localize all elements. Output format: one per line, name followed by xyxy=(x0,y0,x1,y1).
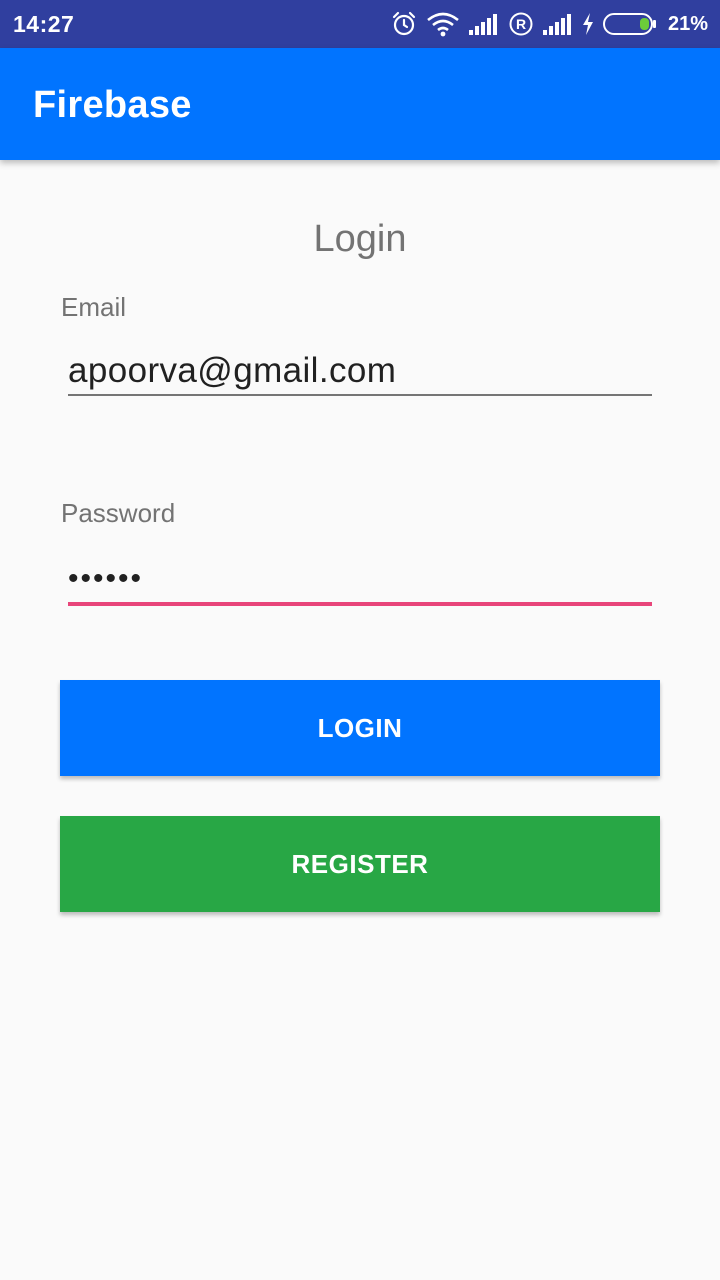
app-title: Firebase xyxy=(33,84,192,126)
email-label: Email xyxy=(61,292,127,322)
email-field[interactable] xyxy=(68,348,652,396)
status-icons: R 21% xyxy=(391,8,708,40)
password-field[interactable] xyxy=(68,556,652,606)
battery-icon xyxy=(602,12,657,36)
app-bar: Firebase xyxy=(0,48,720,160)
alarm-icon xyxy=(391,11,417,37)
svg-text:R: R xyxy=(516,16,526,32)
wifi-icon xyxy=(426,11,460,37)
status-time: 14:27 xyxy=(13,11,75,37)
login-button[interactable]: LOGIN xyxy=(60,680,660,776)
roaming-icon: R xyxy=(508,11,534,37)
signal-icon xyxy=(468,13,499,35)
status-bar: 14:27 R 21% xyxy=(0,0,720,48)
charging-icon xyxy=(582,13,594,35)
register-button[interactable]: REGISTER xyxy=(60,816,660,912)
signal-icon-2 xyxy=(542,13,573,35)
battery-percent: 21% xyxy=(667,12,708,35)
page-title: Login xyxy=(313,218,407,260)
password-label: Password xyxy=(61,498,176,528)
